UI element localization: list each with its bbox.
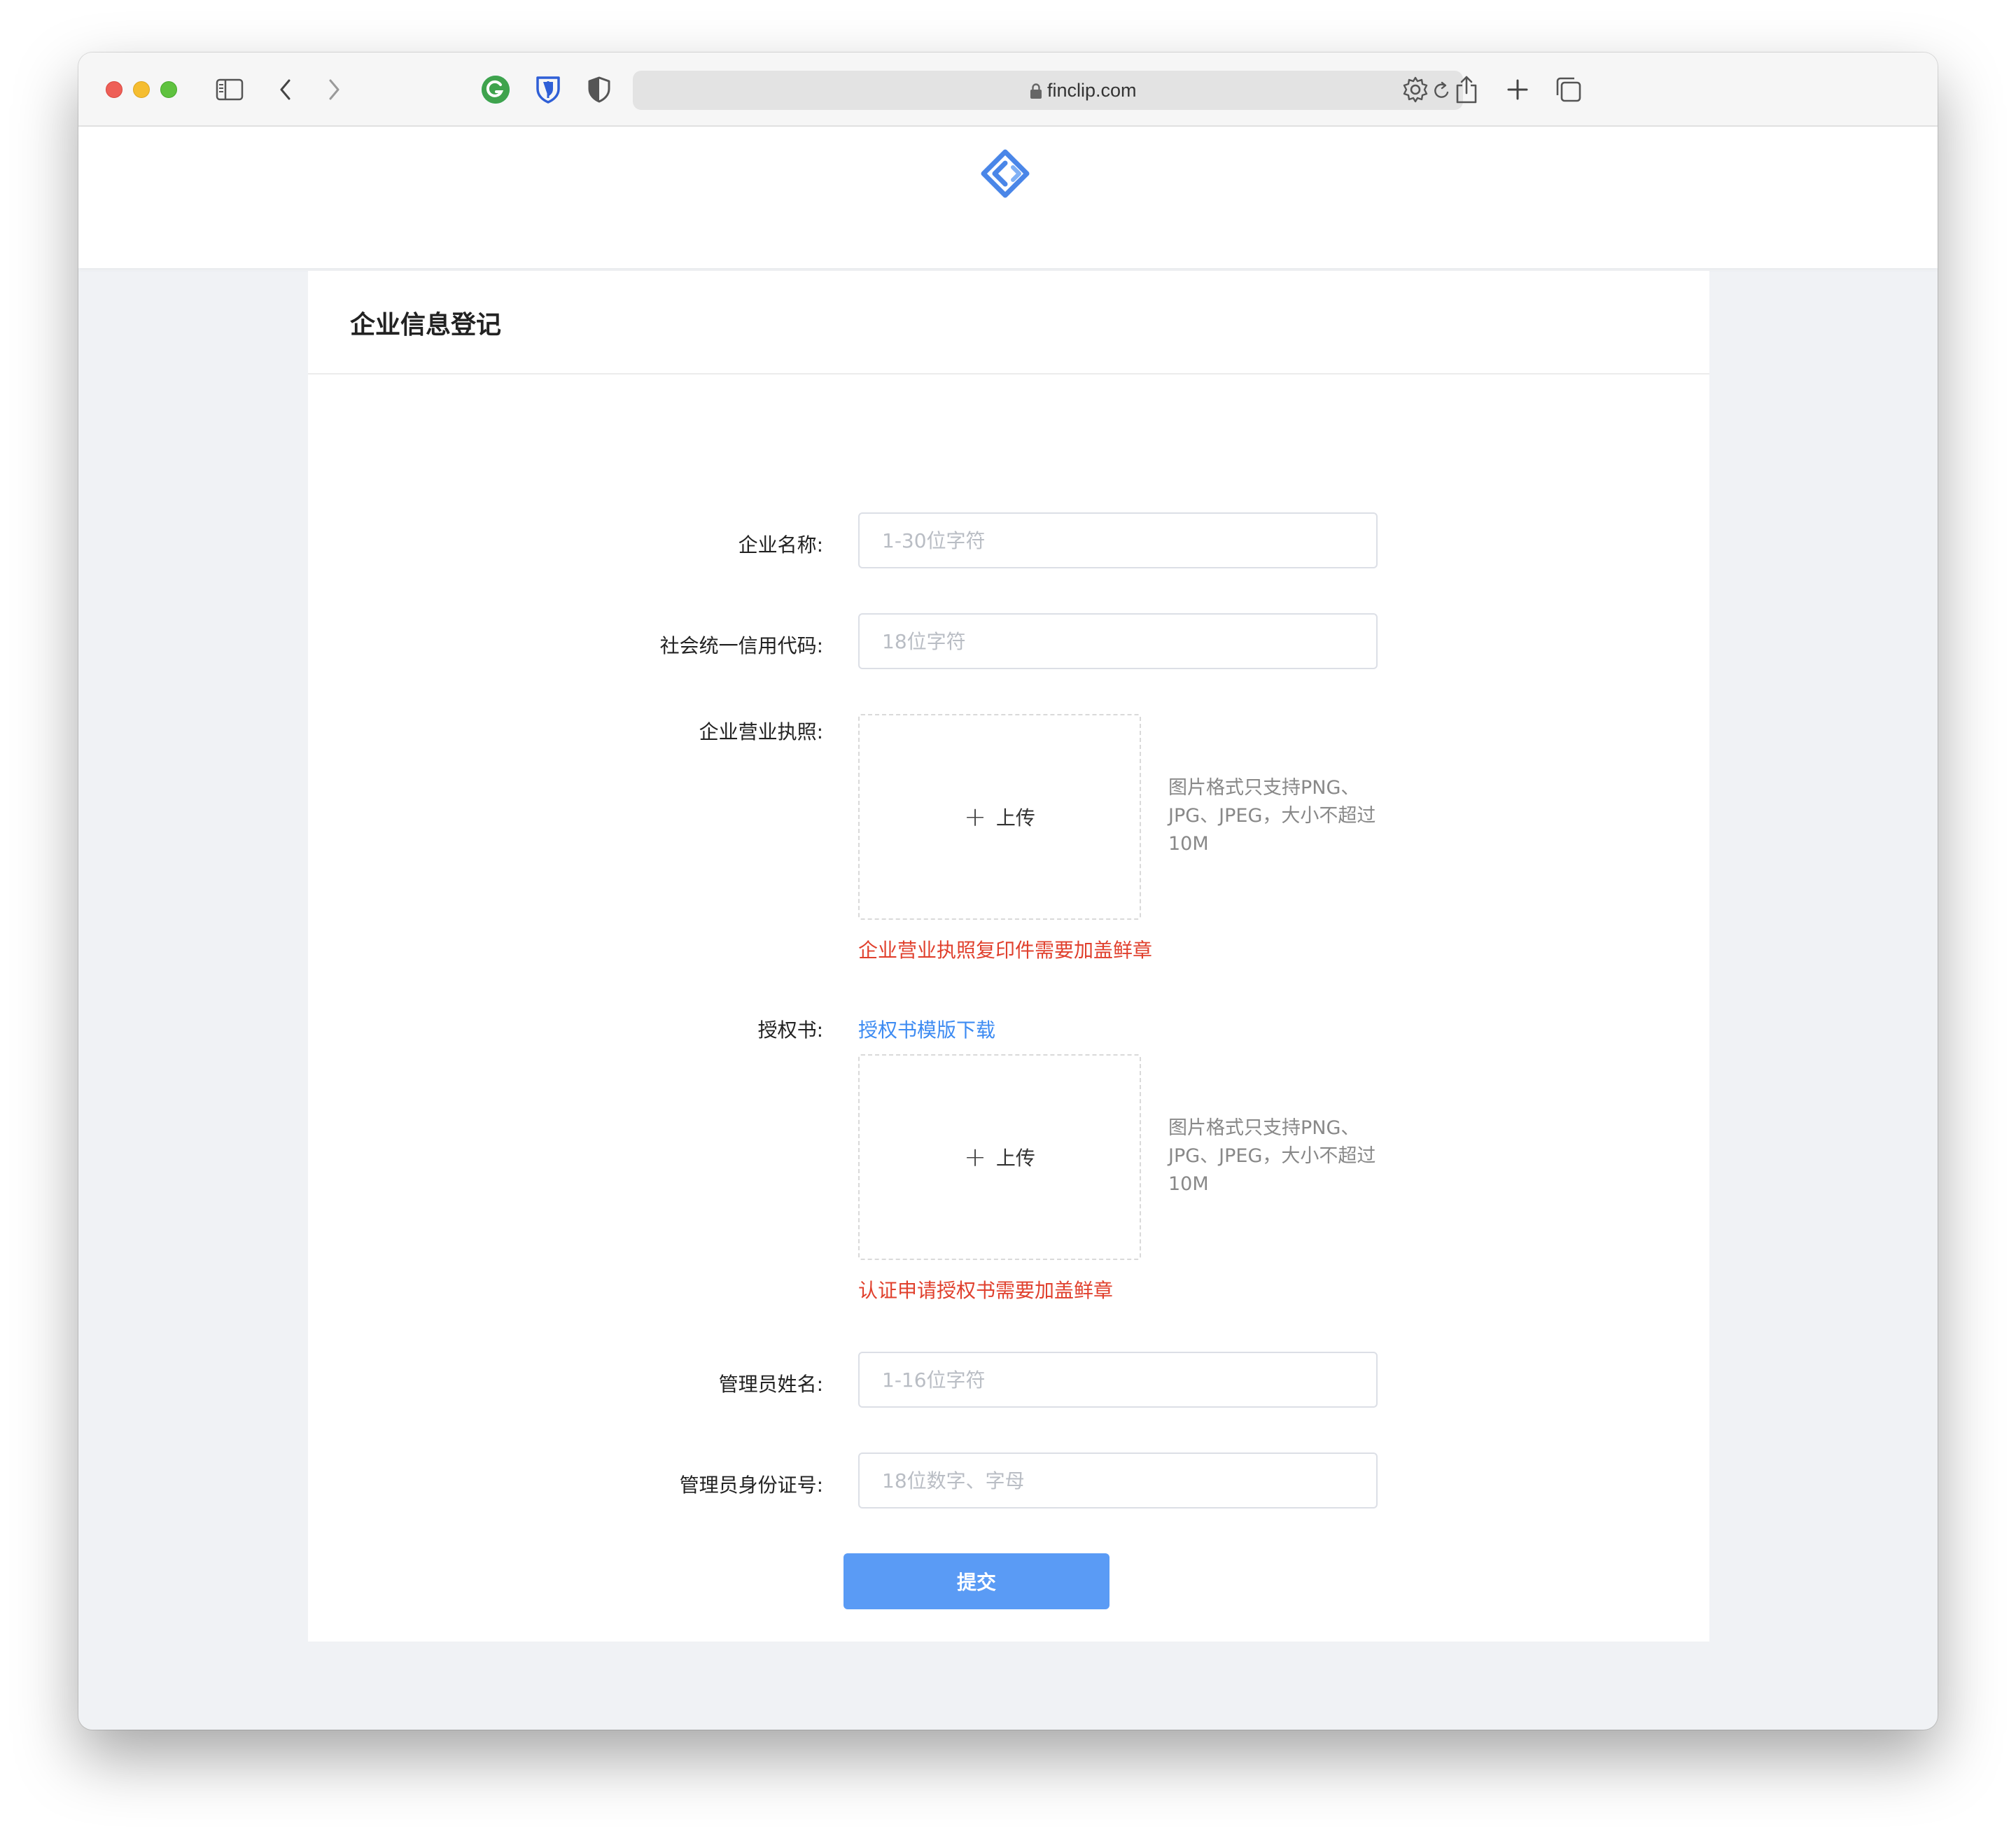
- page-title: 企业信息登记: [350, 311, 502, 340]
- credit-code-label: 社会统一信用代码:: [659, 634, 823, 657]
- admin-id-input[interactable]: [858, 1452, 1378, 1508]
- browser-window: finclip.com 企业信息登记 企业名称: 社会: [78, 52, 1938, 1730]
- admin-name-input[interactable]: [858, 1352, 1378, 1408]
- authorization-stamp-warning: 认证申请授权书需要加盖鲜章: [858, 1279, 1114, 1302]
- license-stamp-warning: 企业营业执照复印件需要加盖鲜章: [858, 939, 1153, 962]
- reload-icon[interactable]: [1432, 80, 1452, 101]
- registration-card: 企业信息登记 企业名称: 社会统一信用代码: 企业营业执照: + 上传 图片格式…: [308, 271, 1709, 1642]
- company-name-input[interactable]: [858, 512, 1378, 568]
- settings-gear-icon[interactable]: [1399, 74, 1432, 106]
- address-bar[interactable]: finclip.com: [633, 71, 1463, 110]
- grammarly-extension-icon[interactable]: [479, 74, 512, 106]
- business-license-label: 企业营业执照:: [699, 720, 823, 743]
- new-tab-plus-icon[interactable]: [1502, 74, 1534, 106]
- authorization-template-download-link[interactable]: 授权书模版下载: [858, 1015, 995, 1043]
- admin-name-label: 管理员姓名:: [718, 1373, 823, 1396]
- sidebar-toggle-icon[interactable]: [214, 74, 246, 106]
- plus-icon: +: [964, 802, 986, 832]
- url-text: finclip.com: [1047, 80, 1137, 101]
- privacy-shield-icon[interactable]: [583, 74, 615, 106]
- finclip-logo[interactable]: [981, 149, 1030, 198]
- tab-overview-icon[interactable]: [1553, 74, 1585, 106]
- authorization-label: 授权书:: [757, 1018, 823, 1042]
- authorization-upload[interactable]: + 上传: [858, 1054, 1141, 1260]
- authorization-upload-hint: 图片格式只支持PNG、JPG、JPEG，大小不超过10M: [1168, 1117, 1376, 1195]
- license-upload-hint: 图片格式只支持PNG、JPG、JPEG，大小不超过10M: [1168, 777, 1376, 855]
- back-icon[interactable]: [270, 74, 302, 106]
- plus-icon: +: [964, 1142, 986, 1172]
- upload-label: 上传: [995, 1147, 1035, 1170]
- maximize-window-button[interactable]: [160, 81, 177, 98]
- lock-icon: [1030, 83, 1042, 99]
- forward-icon[interactable]: [318, 74, 350, 106]
- site-header: [78, 127, 1938, 268]
- submit-button[interactable]: 提交: [844, 1553, 1110, 1609]
- close-window-button[interactable]: [106, 81, 122, 98]
- card-header: 企业信息登记: [308, 271, 1709, 374]
- upload-label: 上传: [995, 806, 1035, 830]
- share-icon[interactable]: [1450, 74, 1483, 106]
- browser-toolbar: finclip.com: [78, 52, 1938, 127]
- business-license-upload[interactable]: + 上传: [858, 714, 1141, 920]
- company-name-label: 企业名称:: [738, 533, 823, 556]
- credit-code-input[interactable]: [858, 613, 1378, 669]
- admin-id-label: 管理员身份证号:: [679, 1474, 823, 1497]
- minimize-window-button[interactable]: [133, 81, 150, 98]
- bitwarden-extension-icon[interactable]: [532, 74, 564, 106]
